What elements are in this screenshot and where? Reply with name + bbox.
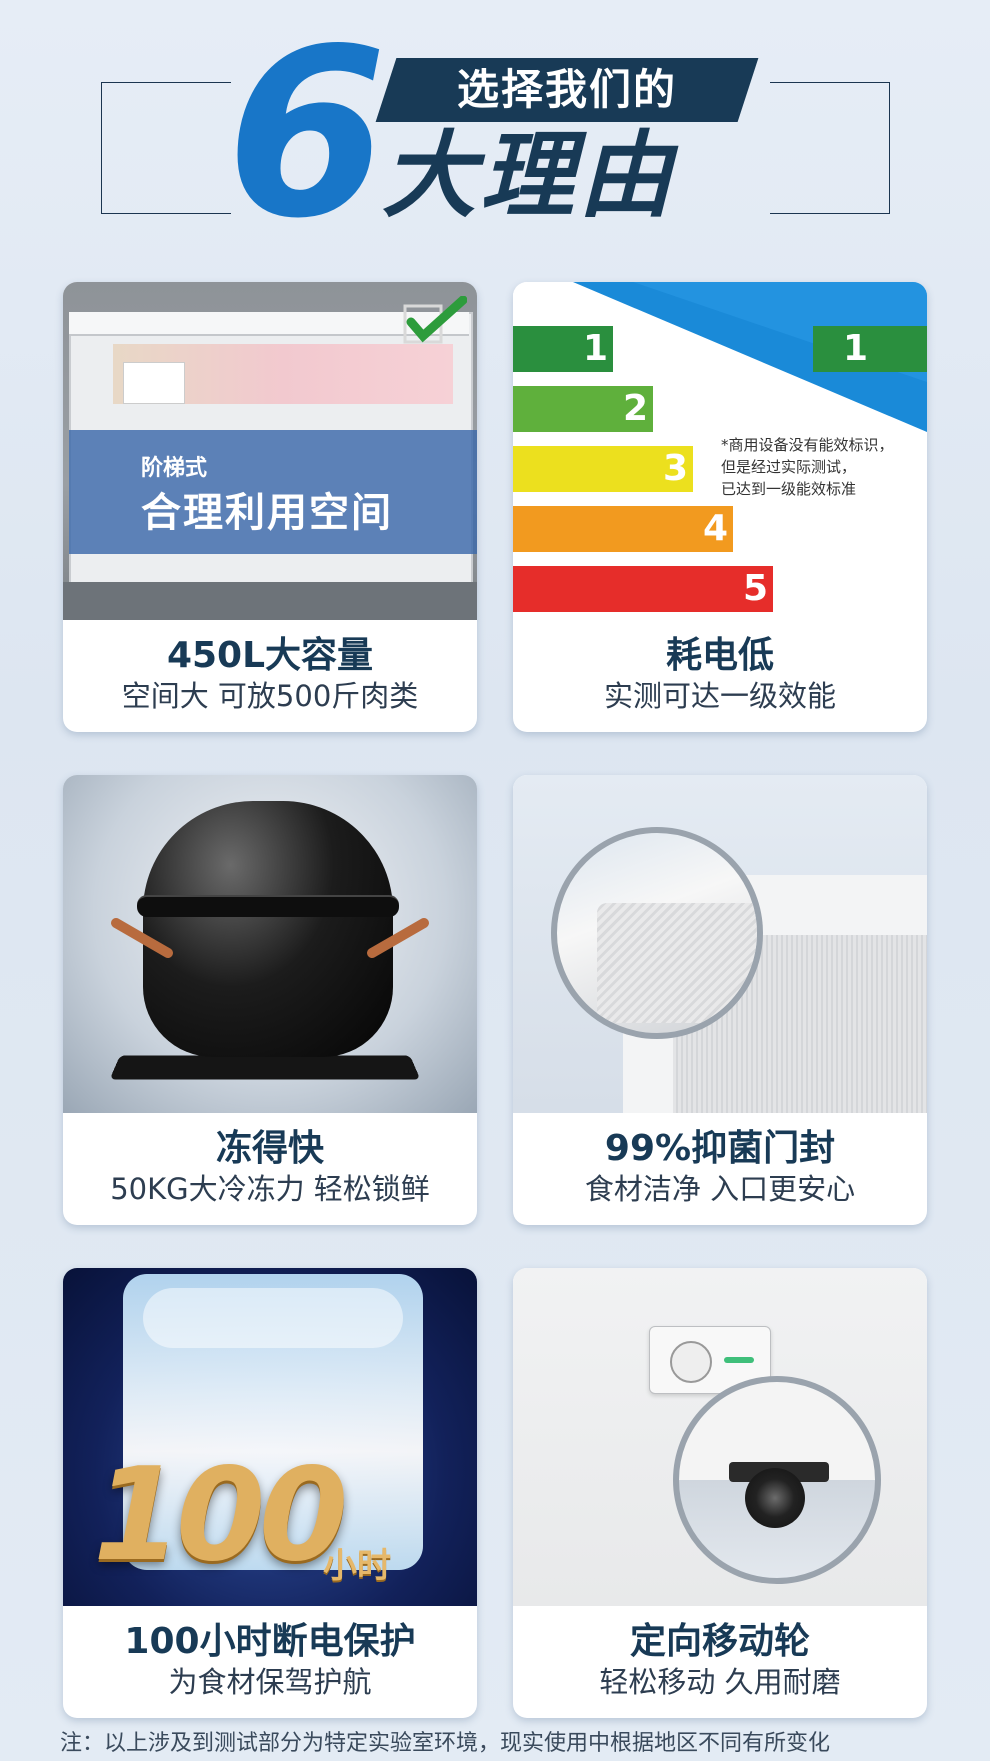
header-title: 大理由 — [382, 122, 677, 231]
compressor-body — [143, 801, 393, 1057]
ice-block-image: 100 小时 — [63, 1268, 477, 1606]
card-subtitle: 空间大 可放500斤肉类 — [121, 679, 419, 713]
feature-card-freezing: 冻得快 50KG大冷冻力 轻松锁鲜 — [63, 775, 477, 1225]
caster-wheel-image — [513, 1268, 927, 1606]
overlay-small-label: 阶梯式 — [141, 456, 208, 481]
feature-card-energy: 1 2 3 4 5 1 *商用设备没有能效标识， 但是经过实际测试， 已达到一级… — [513, 282, 927, 732]
chest-freezer-image: 阶梯式 合理利用空间 — [63, 282, 477, 620]
thermostat-knob-icon — [670, 1341, 712, 1383]
overlay-big-label: 合理利用空间 — [141, 490, 393, 536]
card-title: 耗电低 — [665, 635, 774, 676]
compressor-image — [63, 775, 477, 1113]
card-subtitle: 实测可达一级效能 — [603, 679, 836, 713]
freezer-containers — [123, 362, 185, 404]
card-subtitle: 50KG大冷冻力 轻松锁鲜 — [110, 1172, 430, 1206]
door-seal-image — [513, 775, 927, 1113]
compressor-ring — [137, 895, 399, 917]
feature-card-door-seal: 99%抑菌门封 食材洁净 入口更安心 — [513, 775, 927, 1225]
feature-card-power-outage: 100 小时 100小时断电保护 为食材保驾护航 — [63, 1268, 477, 1718]
energy-label-image: 1 2 3 4 5 1 *商用设备没有能效标识， 但是经过实际测试， 已达到一级… — [513, 282, 927, 620]
header-banner-text: 选择我们的 — [456, 65, 677, 114]
card-caption: 100小时断电保护 为食材保驾护航 — [63, 1606, 477, 1718]
energy-badge: 1 — [813, 326, 927, 372]
magnifier-circle — [673, 1376, 881, 1584]
card-caption: 冻得快 50KG大冷冻力 轻松锁鲜 — [63, 1113, 477, 1225]
card-caption: 耗电低 实测可达一级效能 — [513, 620, 927, 732]
footnote: 注：以上涉及到测试部分为特定实验室环境，现实使用中根据地区不同有所变化 — [60, 1731, 831, 1756]
energy-level-4: 4 — [513, 506, 733, 552]
compressor-base — [109, 1055, 421, 1080]
energy-level-3: 3 — [513, 446, 693, 492]
feature-card-wheels: 定向移动轮 轻松移动 久用耐磨 — [513, 1268, 927, 1718]
checkmark-icon — [403, 296, 467, 344]
card-caption: 99%抑菌门封 食材洁净 入口更安心 — [513, 1113, 927, 1225]
feature-card-capacity: 阶梯式 合理利用空间 450L大容量 空间大 可放500斤肉类 — [63, 282, 477, 732]
energy-level-1: 1 — [513, 326, 613, 372]
card-title: 450L大容量 — [166, 635, 374, 676]
card-caption: 定向移动轮 轻松移动 久用耐磨 — [513, 1606, 927, 1718]
header-frame-left — [101, 82, 231, 214]
card-subtitle: 为食材保驾护航 — [168, 1665, 372, 1699]
header-number: 6 — [226, 0, 387, 269]
ice-highlight — [143, 1288, 403, 1348]
card-title: 99%抑菌门封 — [604, 1128, 836, 1169]
seal-closeup — [597, 903, 757, 1023]
card-title: 冻得快 — [215, 1128, 324, 1169]
indicator-light — [724, 1357, 754, 1363]
floor — [63, 582, 477, 620]
card-subtitle: 轻松移动 久用耐磨 — [599, 1665, 841, 1699]
hours-number: 100 — [93, 1441, 348, 1590]
caster-wheel-icon — [745, 1468, 805, 1528]
card-title: 100小时断电保护 — [124, 1621, 416, 1662]
hours-unit: 小时 — [323, 1546, 391, 1586]
card-caption: 450L大容量 空间大 可放500斤肉类 — [63, 620, 477, 732]
energy-note: *商用设备没有能效标识， 但是经过实际测试， 已达到一级能效标准 — [721, 436, 894, 498]
card-title: 定向移动轮 — [629, 1621, 810, 1662]
card-subtitle: 食材洁净 入口更安心 — [584, 1172, 856, 1206]
energy-level-2: 2 — [513, 386, 653, 432]
energy-level-5: 5 — [513, 566, 773, 612]
header-frame-right — [770, 82, 890, 214]
magnifier-circle — [551, 827, 763, 1039]
